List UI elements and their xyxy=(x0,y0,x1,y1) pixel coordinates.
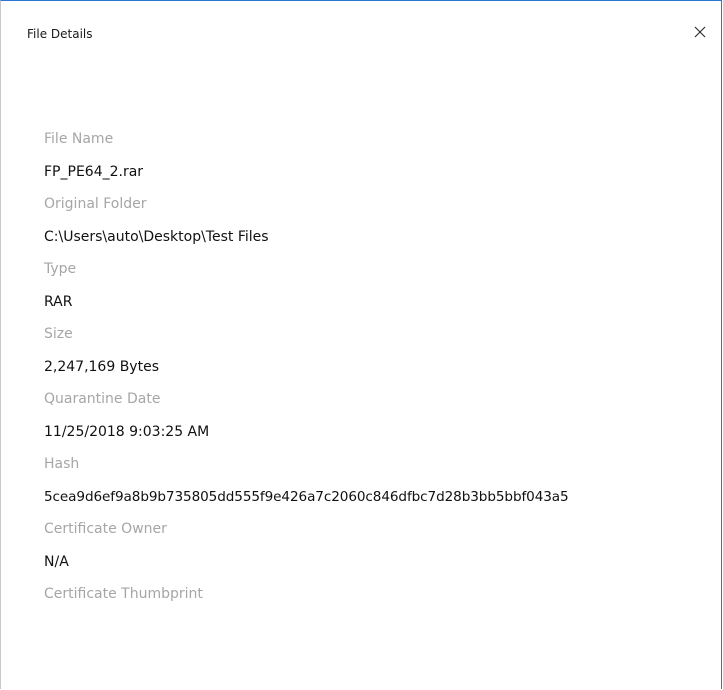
dialog-title: File Details xyxy=(27,27,93,41)
quarantine-date-value: 11/25/2018 9:03:25 AM xyxy=(44,423,210,440)
type-value: RAR xyxy=(44,293,73,310)
close-icon xyxy=(694,26,706,38)
certificate-owner-label: Certificate Owner xyxy=(44,521,167,538)
quarantine-date-label: Quarantine Date xyxy=(44,391,161,408)
file-name-label: File Name xyxy=(44,131,114,148)
file-name-value: FP_PE64_2.rar xyxy=(44,163,144,180)
hash-label: Hash xyxy=(44,456,80,473)
size-value: 2,247,169 Bytes xyxy=(44,358,159,375)
hash-value: 5cea9d6ef9a8b9b735805dd555f9e426a7c2060c… xyxy=(44,488,569,505)
certificate-owner-value: N/A xyxy=(44,553,69,570)
details-list: File Name FP_PE64_2.rar Original Folder … xyxy=(44,123,569,643)
original-folder-value: C:\Users\auto\Desktop\Test Files xyxy=(44,228,269,245)
certificate-thumbprint-label: Certificate Thumbprint xyxy=(44,586,203,603)
original-folder-label: Original Folder xyxy=(44,196,147,213)
close-button[interactable] xyxy=(689,21,711,43)
file-details-dialog: File Details File Name FP_PE64_2.rar Ori… xyxy=(0,0,722,689)
type-label: Type xyxy=(44,261,77,278)
size-label: Size xyxy=(44,326,73,343)
